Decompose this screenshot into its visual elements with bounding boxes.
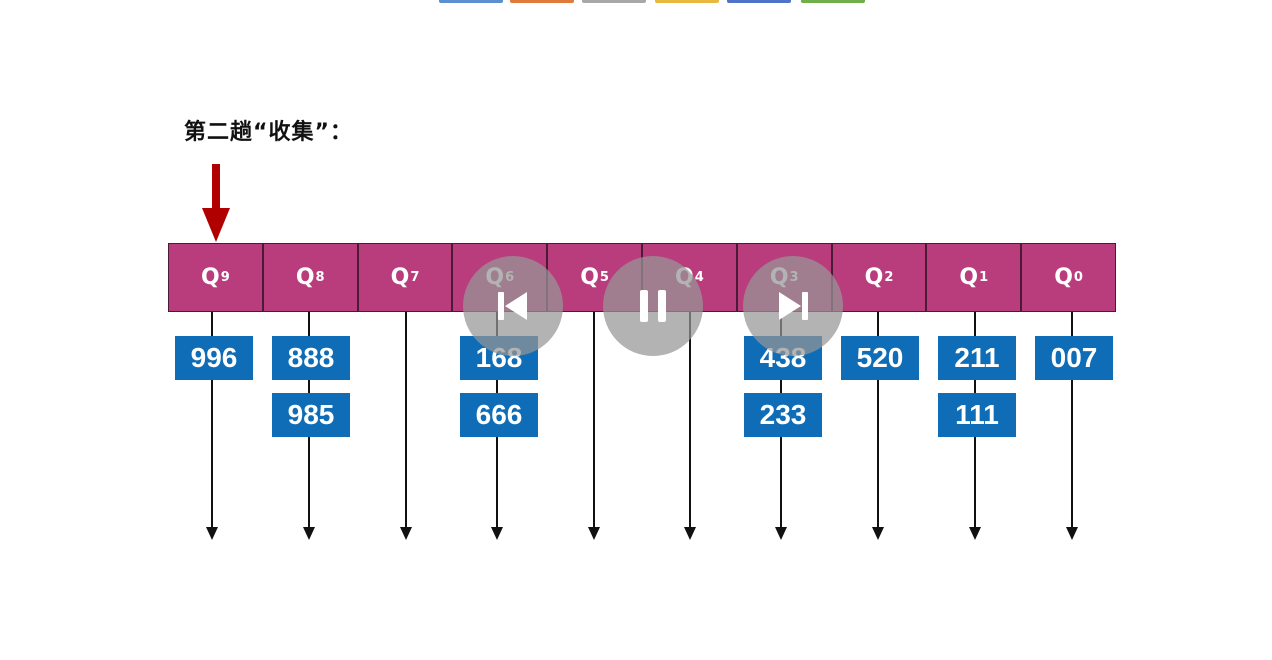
queue-item: 996: [175, 336, 253, 380]
pause-icon: [640, 290, 666, 322]
queue-item: 888: [272, 336, 350, 380]
queue-item: 233: [744, 393, 822, 437]
queue-arrow-head: [684, 527, 696, 540]
queue-arrow-head: [872, 527, 884, 540]
queue-arrow-head: [1066, 527, 1078, 540]
queue-arrow-head: [400, 527, 412, 540]
next-button[interactable]: [743, 256, 843, 356]
previous-button[interactable]: [463, 256, 563, 356]
queue-item: 520: [841, 336, 919, 380]
queue-item: 985: [272, 393, 350, 437]
skip-previous-icon: [498, 292, 527, 320]
pause-button[interactable]: [603, 256, 703, 356]
queue-item: 111: [938, 393, 1016, 437]
queue-item: 211: [938, 336, 1016, 380]
skip-next-icon: [779, 292, 808, 320]
queue-item: 007: [1035, 336, 1113, 380]
queue-arrow-head: [588, 527, 600, 540]
queue-arrow-head: [303, 527, 315, 540]
queue-arrow-head: [969, 527, 981, 540]
queue-arrow-head: [491, 527, 503, 540]
queue-arrow-head: [775, 527, 787, 540]
queue-item: 666: [460, 393, 538, 437]
queue-arrow-head: [206, 527, 218, 540]
